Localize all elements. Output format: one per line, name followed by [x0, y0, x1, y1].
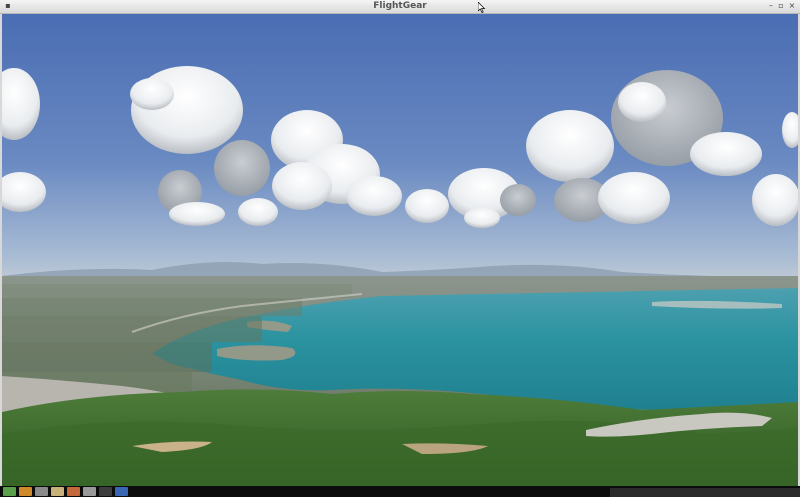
close-icon[interactable]: ×: [787, 1, 797, 11]
window-titlebar[interactable]: ▪ FlightGear – ▫ ×: [0, 0, 800, 14]
taskbar: [0, 486, 800, 497]
flight-simulator-viewport[interactable]: [2, 14, 798, 486]
mouse-cursor-icon: [478, 2, 486, 13]
taskbar-window-list[interactable]: [610, 488, 800, 497]
minimize-icon[interactable]: –: [766, 1, 776, 11]
taskbar-app-2-icon[interactable]: [19, 487, 32, 496]
cloud: [405, 189, 449, 223]
taskbar-app-3-icon[interactable]: [35, 487, 48, 496]
taskbar-app-1-icon[interactable]: [3, 487, 16, 496]
taskbar-app-4-icon[interactable]: [51, 487, 64, 496]
taskbar-app-5-icon[interactable]: [67, 487, 80, 496]
taskbar-app-6-icon[interactable]: [83, 487, 96, 496]
maximize-icon[interactable]: ▫: [776, 1, 786, 11]
taskbar-app-8-icon[interactable]: [115, 487, 128, 496]
cloud: [238, 198, 278, 226]
scenery-view: [2, 14, 798, 486]
taskbar-app-7-icon[interactable]: [99, 487, 112, 496]
window-title: FlightGear: [373, 1, 427, 11]
flightgear-window: ▪ FlightGear – ▫ ×: [0, 0, 800, 497]
peninsula: [217, 345, 296, 361]
